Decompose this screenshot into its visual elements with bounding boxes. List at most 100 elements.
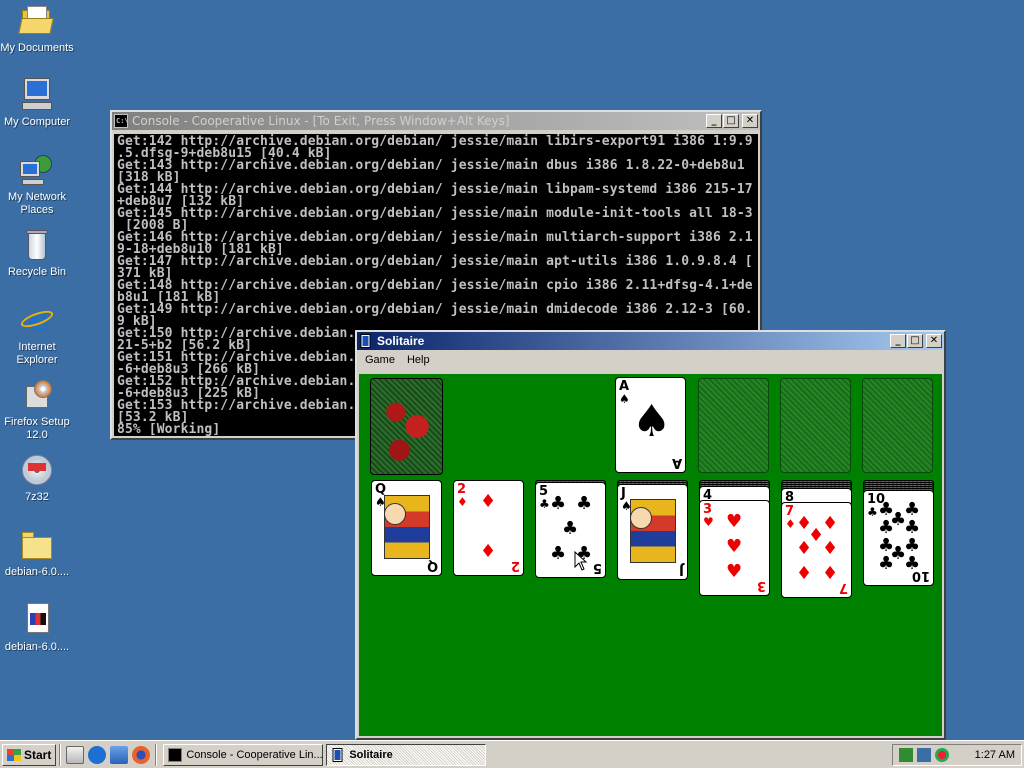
- console-app-icon: [168, 747, 183, 762]
- document-icon: [20, 603, 54, 637]
- tableau-card[interactable]: 10 ♣ ♣ ♣ ♣ ♣ ♣ ♣ ♣ ♣ ♣ ♣ 10: [863, 490, 934, 586]
- card-rank-bottom: 7: [838, 580, 848, 595]
- solitaire-app-icon: [360, 334, 371, 348]
- card-pip: ♦: [480, 541, 497, 562]
- desktop-icon-my-documents[interactable]: My Documents: [0, 4, 74, 55]
- card-pip: ♣: [562, 518, 579, 539]
- card-pip: ♦: [796, 563, 813, 584]
- card-pip: ♣: [878, 553, 895, 574]
- desktop-icon-my-computer[interactable]: My Computer: [0, 78, 74, 129]
- desktop-icon-label: My Network Places: [7, 191, 67, 216]
- desktop-icon-debian-document[interactable]: debian-6.0....: [0, 603, 74, 654]
- face-card-head: [384, 503, 406, 525]
- start-label: Start: [24, 747, 52, 762]
- console-line: Get:143 http://archive.debian.org/debian…: [117, 158, 745, 173]
- monitor-icon[interactable]: [917, 747, 931, 762]
- solitaire-menubar: Game Help: [357, 350, 944, 370]
- card-pip: ♥: [726, 536, 743, 557]
- card-rank-bottom: 10: [911, 568, 930, 583]
- card-pip: ♣: [576, 493, 593, 514]
- tableau-card[interactable]: 7 ♦ ♦ ♦ ♦ ♦ ♦ ♦ ♦ 7: [781, 502, 852, 598]
- console-titlebar[interactable]: C:\ Console - Cooperative Linux - [To Ex…: [112, 112, 760, 130]
- maximize-button[interactable]: □: [907, 334, 923, 348]
- stock-pile[interactable]: [370, 378, 443, 475]
- card-rank-bottom: A: [671, 455, 682, 470]
- desktop-icon-firefox-setup[interactable]: Firefox Setup 12.0: [0, 378, 74, 442]
- card-pip: ♣: [550, 493, 567, 514]
- face-card-head: [630, 507, 652, 529]
- tableau-card[interactable]: 2 ♦ ♦ ♦ 2: [453, 480, 524, 576]
- card-rank-bottom: Q: [426, 558, 438, 573]
- clock[interactable]: 1:27 AM: [975, 749, 1015, 761]
- card-pip: ♣: [550, 543, 567, 564]
- desktop-icon-label: My Computer: [3, 116, 71, 128]
- foundation-slot-3[interactable]: [780, 378, 851, 473]
- tableau-card[interactable]: 3 ♥ ♥ ♥ ♥ 3: [699, 500, 770, 596]
- foundation-card[interactable]: A ♠ ♠ A: [615, 377, 686, 473]
- menu-help[interactable]: Help: [401, 352, 436, 368]
- task-button-console[interactable]: Console - Cooperative Lin...: [163, 743, 324, 766]
- desktop-icon-label: Firefox Setup 12.0: [4, 416, 70, 441]
- solitaire-title: Solitaire: [377, 334, 425, 348]
- mouse-cursor-icon: [574, 551, 588, 571]
- desktop-icon-label: debian-6.0....: [4, 641, 70, 653]
- tableau-card[interactable]: Q ♠ Q: [371, 480, 442, 576]
- minimize-button[interactable]: _: [890, 334, 906, 348]
- foundation-slot-4[interactable]: [862, 378, 933, 473]
- card-table[interactable]: A ♠ ♠ A Q ♠ Q 2 ♦ ♦ ♦ 2 5 ♣ ♣ ♣ ♣ ♣ ♣ 5 J ♠ J 4 3 ♥ ♥ ♥ ♥ 3 8 7 ♦ ♦ ♦ ♦…: [359, 374, 942, 736]
- console-line: Get:145 http://archive.debian.org/debian…: [117, 206, 753, 221]
- taskbar-separator: [59, 743, 62, 766]
- close-button[interactable]: ✕: [926, 334, 942, 348]
- maximize-button[interactable]: □: [723, 114, 739, 128]
- console-line: Get:147 http://archive.debian.org/debian…: [117, 254, 753, 269]
- my-documents-icon: [18, 4, 54, 38]
- start-button[interactable]: Start: [2, 743, 57, 766]
- desktop-icon-label: Internet Explorer: [16, 341, 58, 366]
- solitaire-window[interactable]: Solitaire _ □ ✕ Game Help A ♠ ♠ A Q ♠ Q 2 ♦ ♦…: [355, 330, 946, 740]
- security-icon[interactable]: [935, 747, 949, 762]
- card-suit: ♠: [619, 392, 630, 406]
- card-suit: ♣: [539, 497, 550, 511]
- desktop-icon-label: My Documents: [0, 42, 74, 54]
- card-pip: ♦: [822, 563, 839, 584]
- task-label: Solitaire: [349, 748, 393, 761]
- desktop-icon-network-places[interactable]: My Network Places: [0, 153, 74, 217]
- internet-explorer-icon: e: [18, 303, 56, 337]
- svg-text:C:\: C:\: [116, 117, 128, 125]
- foundation-slot-2[interactable]: [698, 378, 769, 473]
- solitaire-titlebar[interactable]: Solitaire _ □ ✕: [357, 332, 944, 350]
- card-suit: ♦: [785, 517, 796, 531]
- menu-game[interactable]: Game: [359, 352, 401, 368]
- desktop-icon-7z32[interactable]: 7z32: [0, 453, 74, 504]
- show-desktop-icon[interactable]: [66, 745, 85, 764]
- card-rank-bottom: 3: [756, 578, 766, 593]
- spade-icon: ♠: [632, 396, 672, 447]
- firefox-icon[interactable]: [132, 745, 151, 764]
- network-icon[interactable]: [110, 745, 129, 764]
- my-computer-icon: [20, 78, 54, 112]
- close-button[interactable]: ✕: [742, 114, 758, 128]
- tableau-card[interactable]: J ♠ J: [617, 484, 688, 580]
- card-rank-bottom: 5: [592, 560, 602, 575]
- internet-explorer-icon[interactable]: [88, 745, 107, 764]
- tableau-card[interactable]: 5 ♣ ♣ ♣ ♣ ♣ ♣ 5: [535, 482, 606, 578]
- task-button-solitaire[interactable]: Solitaire: [326, 743, 487, 766]
- windows-logo-icon: [7, 748, 21, 761]
- card-suit: ♣: [867, 505, 878, 519]
- desktop-icon-debian-folder[interactable]: debian-6.0....: [0, 528, 74, 579]
- system-tray: 1:27 AM: [892, 743, 1022, 766]
- card-pip: ♦: [822, 513, 839, 534]
- minimize-button[interactable]: _: [706, 114, 722, 128]
- card-pip: ♦: [480, 491, 497, 512]
- card-pip: ♦: [796, 538, 813, 559]
- desktop-icon-recycle-bin[interactable]: Recycle Bin: [0, 228, 74, 279]
- console-title: Console - Cooperative Linux - [To Exit, …: [132, 114, 510, 128]
- card-pip: ♥: [726, 511, 743, 532]
- task-label: Console - Cooperative Lin...: [186, 748, 323, 761]
- network-status-icon[interactable]: [899, 747, 913, 762]
- card-suit: ♦: [457, 495, 468, 509]
- desktop-icon-internet-explorer[interactable]: e Internet Explorer: [0, 303, 74, 367]
- folder-icon: [20, 528, 54, 562]
- console-line: Get:149 http://archive.debian.org/debian…: [117, 302, 753, 317]
- installer-icon: [20, 378, 54, 412]
